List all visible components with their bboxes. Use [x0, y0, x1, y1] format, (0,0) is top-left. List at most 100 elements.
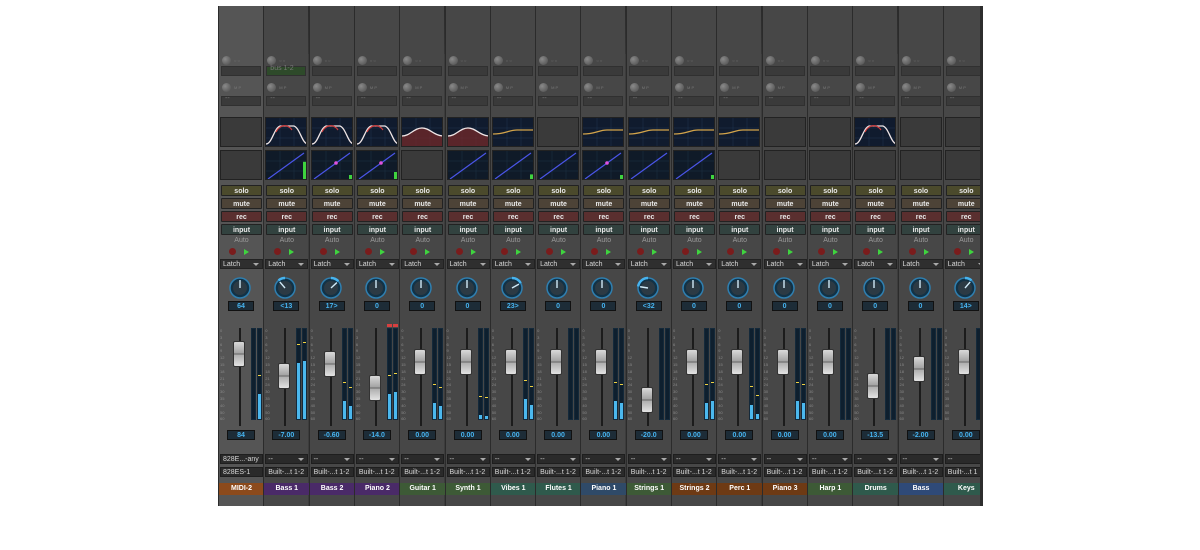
record-button[interactable]: rec [538, 211, 580, 222]
eq-thumbnail[interactable] [627, 117, 670, 147]
plugin-slot[interactable]: -- [628, 95, 669, 106]
clip-indicator[interactable] [386, 324, 392, 327]
plugin-slot[interactable]: -- [266, 95, 307, 106]
dynamics-thumbnail[interactable] [220, 150, 262, 180]
automation-mode-select[interactable]: Latch [582, 259, 626, 269]
volume-fader[interactable] [731, 349, 744, 376]
plugin-power-icon[interactable] [856, 83, 866, 92]
input-select[interactable]: Built-...t 1-2 [446, 467, 490, 477]
channel-name[interactable]: Harp 1 [807, 483, 853, 495]
pan-value-display[interactable]: 14> [952, 301, 979, 311]
solo-button[interactable]: solo [402, 185, 444, 196]
automation-mode-select[interactable]: Latch [491, 259, 535, 269]
eq-thumbnail[interactable] [310, 117, 353, 147]
send-power-icon[interactable] [403, 56, 413, 65]
pan-value-display[interactable]: 0 [726, 301, 753, 311]
pan-knob[interactable] [319, 276, 343, 300]
automation-play-icon[interactable] [742, 249, 748, 255]
send-power-icon[interactable] [720, 56, 730, 65]
mute-button[interactable]: mute [764, 198, 806, 209]
automation-play-icon[interactable] [289, 249, 295, 255]
plugin-slot[interactable]: -- [356, 95, 397, 106]
automation-mode-select[interactable]: Latch [310, 259, 354, 269]
pan-value-display[interactable]: <13 [273, 301, 300, 311]
eq-thumbnail[interactable] [265, 117, 308, 147]
input-monitor-button[interactable]: input [311, 224, 353, 235]
output-select[interactable]: -- [537, 454, 581, 464]
mute-button[interactable]: mute [402, 198, 444, 209]
dynamics-thumbnail[interactable] [944, 150, 983, 180]
pan-value-display[interactable]: 17> [318, 301, 345, 311]
send-power-icon[interactable] [539, 56, 549, 65]
automation-record-icon[interactable] [500, 248, 508, 255]
solo-button[interactable]: solo [311, 185, 353, 196]
input-select[interactable]: Built-...t 1-2 [673, 467, 716, 477]
record-button[interactable]: rec [764, 211, 806, 222]
automation-mode-select[interactable]: Latch [355, 259, 399, 269]
plugin-power-icon[interactable] [584, 83, 594, 92]
output-select[interactable]: -- [854, 454, 898, 464]
send-power-icon[interactable] [946, 56, 956, 65]
volume-value-display[interactable]: 0.00 [680, 430, 708, 440]
plugin-slot[interactable]: -- [764, 95, 805, 106]
output-select[interactable]: 828E...-any [220, 454, 263, 464]
solo-button[interactable]: solo [900, 185, 942, 196]
volume-value-display[interactable]: 0.00 [408, 430, 437, 440]
automation-mode-select[interactable]: Latch [718, 259, 762, 269]
automation-mode-select[interactable]: Latch [944, 259, 983, 269]
eq-thumbnail[interactable] [582, 117, 625, 147]
plugin-slot[interactable]: -- [719, 95, 760, 106]
dynamics-thumbnail[interactable] [899, 150, 942, 180]
plugin-slot[interactable]: -- [492, 95, 533, 106]
record-button[interactable]: rec [719, 211, 761, 222]
output-select[interactable]: -- [401, 454, 445, 464]
dynamics-thumbnail[interactable] [355, 150, 398, 180]
volume-fader[interactable] [368, 374, 381, 401]
automation-record-icon[interactable] [682, 248, 689, 255]
pan-value-display[interactable]: 0 [862, 301, 889, 311]
eq-thumbnail[interactable] [763, 117, 806, 147]
output-select[interactable]: -- [627, 454, 671, 464]
pan-knob[interactable] [772, 276, 796, 300]
pan-knob[interactable] [681, 276, 705, 300]
pan-value-display[interactable]: 0 [681, 301, 707, 311]
pan-knob[interactable] [862, 276, 886, 300]
eq-thumbnail[interactable] [673, 117, 715, 147]
channel-name[interactable]: Bass 1 [264, 483, 310, 495]
record-button[interactable]: rec [945, 211, 983, 222]
pan-value-display[interactable]: 0 [816, 301, 843, 311]
plugin-power-icon[interactable] [720, 83, 730, 92]
output-select[interactable]: -- [310, 454, 354, 464]
plugin-slot[interactable]: -- [447, 95, 488, 106]
volume-value-display[interactable]: -20.0 [634, 430, 663, 440]
insert-slot[interactable] [447, 66, 488, 76]
dynamics-thumbnail[interactable] [310, 150, 353, 180]
pan-knob[interactable] [455, 276, 479, 300]
automation-record-icon[interactable] [636, 248, 644, 255]
input-select[interactable]: Built-...t 1-2 [627, 467, 671, 477]
send-power-icon[interactable] [493, 56, 503, 65]
mute-button[interactable]: mute [628, 198, 670, 209]
record-button[interactable]: rec [492, 211, 534, 222]
automation-record-icon[interactable] [455, 248, 463, 255]
channel-name[interactable]: MIDI-2 [219, 483, 264, 495]
pan-value-display[interactable]: 0 [545, 301, 572, 311]
solo-button[interactable]: solo [764, 185, 806, 196]
solo-button[interactable]: solo [674, 185, 715, 196]
input-select[interactable]: Built-...t 1-2 [265, 467, 309, 477]
channel-name[interactable]: Perc 1 [717, 483, 763, 495]
channel-name[interactable]: Guitar 1 [400, 483, 446, 495]
automation-play-icon[interactable] [697, 249, 702, 255]
automation-play-icon[interactable] [379, 249, 385, 255]
input-select[interactable]: Built-...t 1-2 [491, 467, 535, 477]
pan-knob[interactable] [590, 276, 614, 300]
send-power-icon[interactable] [222, 56, 231, 65]
channel-name[interactable]: Keys [943, 483, 983, 495]
pan-knob[interactable] [726, 276, 750, 300]
send-power-icon[interactable] [765, 56, 775, 65]
input-select[interactable]: Built-...t 1-2 [808, 467, 852, 477]
volume-fader[interactable] [323, 350, 336, 377]
solo-button[interactable]: solo [945, 185, 983, 196]
automation-record-icon[interactable] [410, 248, 418, 255]
dynamics-thumbnail[interactable] [763, 150, 806, 180]
